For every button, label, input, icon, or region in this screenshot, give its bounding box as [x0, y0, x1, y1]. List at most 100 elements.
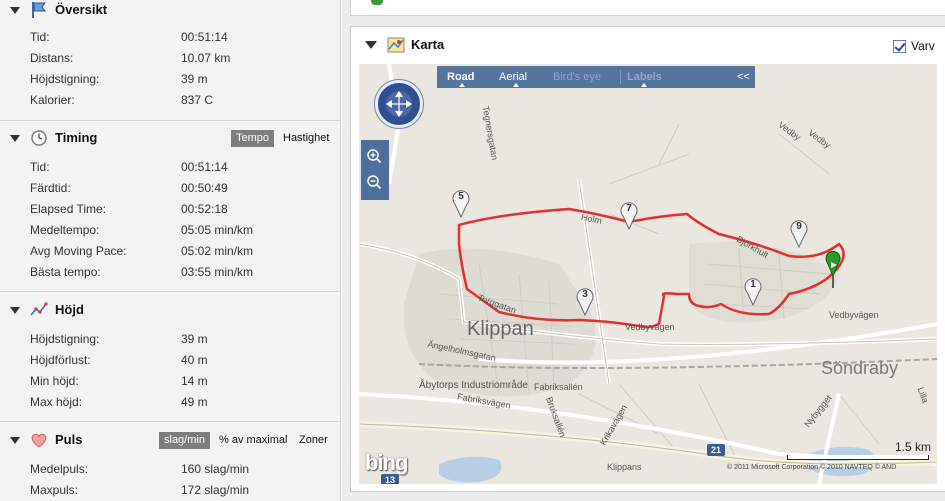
map-scale: 1.5 km: [787, 440, 937, 460]
lap-pin[interactable]: 7: [619, 200, 639, 231]
lap-pin[interactable]: 1: [743, 276, 763, 307]
stat-value: 03:55 min/km: [181, 265, 254, 279]
stat-label: Avg Moving Pace:: [30, 244, 127, 258]
pan-compass-control[interactable]: [375, 80, 423, 128]
section-hojd: Höjd Höjdstigning: 39 m Höjdförlust: 40 m …: [0, 300, 340, 409]
selected-tick-icon: [459, 83, 465, 87]
section-header-oversikt[interactable]: Översikt: [0, 0, 340, 22]
tempo-toggle-button[interactable]: Tempo: [231, 130, 275, 147]
stat-row: Tid: 00:51:14: [30, 30, 330, 48]
collapse-triangle-icon[interactable]: [10, 135, 20, 142]
stat-value: 172 slag/min: [181, 483, 250, 497]
road-label-fabriksallen: Fabriksallén: [534, 382, 583, 392]
aerial-view-button[interactable]: Aerial: [499, 71, 527, 83]
map-canvas: [359, 64, 937, 484]
place-label-klippans: Klippans: [607, 462, 642, 472]
map-view-bar: Road Aerial Bird's eye Labels <<: [437, 66, 755, 88]
section-title: Översikt: [55, 2, 108, 17]
stat-label: Min höjd:: [30, 374, 79, 388]
stat-label: Max höjd:: [30, 395, 83, 409]
stat-value: 49 m: [181, 395, 208, 409]
stat-row: Kalorier: 837 C: [30, 93, 330, 111]
stat-value: 39 m: [181, 72, 208, 86]
lap-pin[interactable]: 3: [575, 286, 595, 317]
place-label-abytorps: Åbytorps Industriområde: [419, 380, 528, 391]
section-oversikt: Översikt Tid: 00:51:14 Distans: 10.07 km H…: [0, 0, 340, 107]
karta-header[interactable]: Karta Varv: [351, 27, 945, 63]
stat-row: Medelpuls: 160 slag/min: [30, 462, 330, 480]
stat-row: Höjdstigning: 39 m: [30, 72, 330, 90]
section-divider: [0, 120, 340, 121]
section-puls: Puls slag/min % av maximal Zoner Medelpu…: [0, 430, 340, 497]
lap-pin[interactable]: 5: [451, 188, 471, 219]
zoom-control: [361, 140, 389, 200]
green-indicator-icon: [371, 0, 383, 5]
section-divider: [0, 421, 340, 422]
stat-label: Medelpuls:: [30, 462, 89, 476]
stat-row: Tid: 00:51:14: [30, 160, 330, 178]
stat-value: 40 m: [181, 353, 208, 367]
scale-label: 1.5 km: [894, 440, 931, 454]
road-shield-21: 21: [707, 444, 726, 456]
stat-row: Maxpuls: 172 slag/min: [30, 483, 330, 501]
stat-value: 05:02 min/km: [181, 244, 254, 258]
section-divider: [0, 291, 340, 292]
zoner-toggle-button[interactable]: Zoner: [299, 432, 328, 449]
stat-row: Färdtid: 00:50:49: [30, 181, 330, 199]
stat-label: Elapsed Time:: [30, 202, 107, 216]
road-view-button[interactable]: Road: [447, 71, 475, 83]
road-label-vedbyvagen: Vedbyvägen: [625, 322, 675, 332]
stat-label: Höjdförlust:: [30, 353, 91, 367]
stat-value: 00:52:18: [181, 202, 228, 216]
lap-pin-label: 3: [582, 289, 588, 300]
stat-label: Bästa tempo:: [30, 265, 101, 279]
labels-toggle-button[interactable]: Labels: [627, 71, 662, 83]
section-header-puls[interactable]: Puls slag/min % av maximal Zoner: [0, 430, 340, 452]
bing-logo[interactable]: bing: [365, 450, 408, 476]
collapse-triangle-icon[interactable]: [10, 307, 20, 314]
stat-row: Medeltempo: 05:05 min/km: [30, 223, 330, 241]
stat-row: Min höjd: 14 m: [30, 374, 330, 392]
clock-icon: [31, 130, 47, 146]
stat-row: Höjdstigning: 39 m: [30, 332, 330, 350]
app-root: Översikt Tid: 00:51:14 Distans: 10.07 km H…: [0, 0, 945, 501]
birdseye-view-button[interactable]: Bird's eye: [553, 71, 601, 83]
collapse-triangle-icon[interactable]: [365, 41, 377, 49]
previous-widget-edge: [350, 0, 945, 16]
stat-label: Distans:: [30, 51, 74, 65]
stat-row: Max höjd: 49 m: [30, 395, 330, 413]
zoom-in-icon[interactable]: [366, 148, 382, 164]
stat-value: 00:51:14: [181, 30, 228, 44]
stat-value: 39 m: [181, 332, 208, 346]
section-header-hojd[interactable]: Höjd: [0, 300, 340, 322]
section-title: Puls: [55, 432, 83, 447]
lap-pin-label: 5: [458, 191, 464, 202]
stat-value: 837 C: [181, 93, 214, 107]
slag-min-toggle-button[interactable]: slag/min: [159, 432, 210, 449]
varv-checkbox[interactable]: [893, 40, 906, 53]
stat-value: 05:05 min/km: [181, 223, 254, 237]
nav-divider: [620, 70, 621, 84]
route-map[interactable]: Klippan Söndraby Holm Vedby Vedby Vedbyv…: [359, 64, 937, 484]
section-title: Höjd: [55, 302, 84, 317]
percent-max-toggle-button[interactable]: % av maximal: [219, 432, 287, 449]
section-header-timing[interactable]: Timing Tempo Hastighet: [0, 128, 340, 150]
map-copyright: © 2011 Microsoft Corporation © 2010 NAVT…: [727, 464, 897, 471]
zoom-out-icon[interactable]: [366, 174, 382, 190]
collapse-triangle-icon[interactable]: [10, 437, 20, 444]
stat-label: Höjdstigning:: [30, 72, 100, 86]
elevation-chart-icon: [30, 302, 48, 316]
stat-value: 00:51:14: [181, 160, 228, 174]
road-label-vedbyvagen: Vedbyvägen: [829, 310, 879, 320]
compass-arrows-icon: [386, 91, 412, 117]
varv-label: Varv: [911, 39, 935, 53]
section-timing: Timing Tempo Hastighet Tid: 00:51:14 Färd…: [0, 128, 340, 279]
hastighet-toggle-button[interactable]: Hastighet: [283, 130, 329, 147]
map-icon: [387, 37, 405, 53]
stats-panel: Översikt Tid: 00:51:14 Distans: 10.07 km H…: [0, 0, 341, 501]
stat-row: Distans: 10.07 km: [30, 51, 330, 69]
collapse-triangle-icon[interactable]: [10, 7, 20, 14]
lap-pin[interactable]: 9: [789, 218, 809, 249]
collapse-nav-button[interactable]: <<: [737, 71, 750, 83]
stat-value: 160 slag/min: [181, 462, 250, 476]
